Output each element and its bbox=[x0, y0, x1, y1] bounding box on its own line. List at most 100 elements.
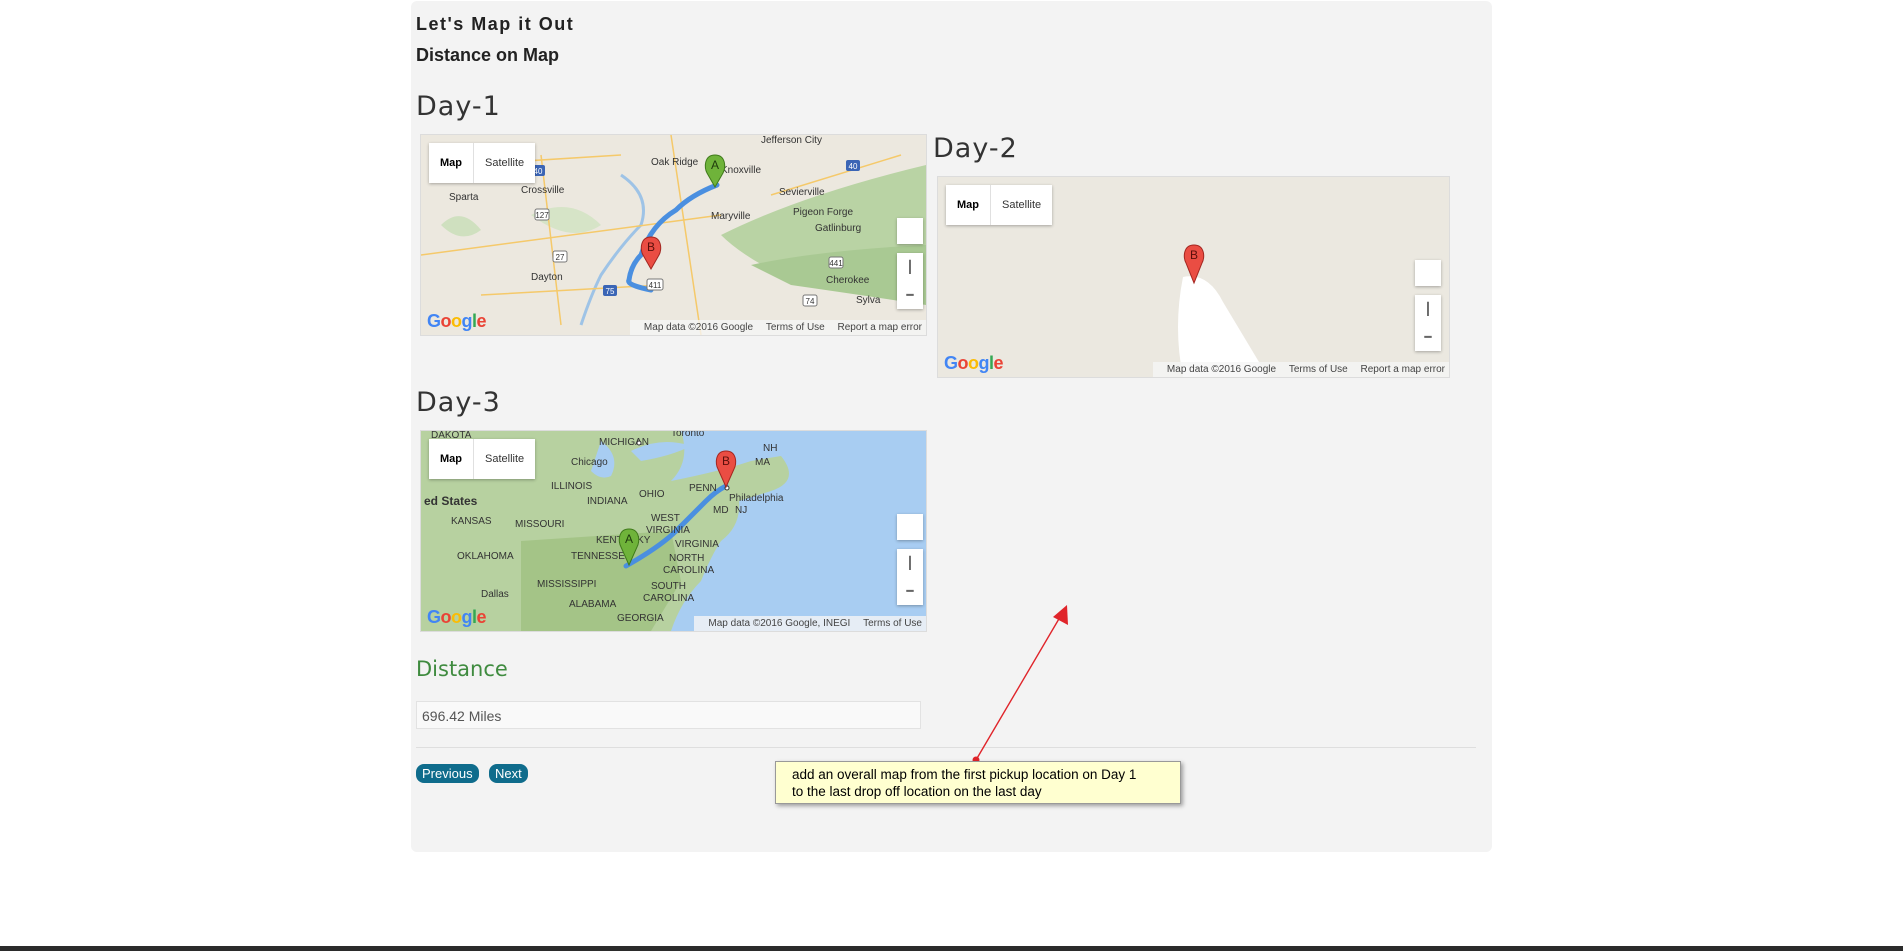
map-label: ILLINOIS bbox=[551, 481, 592, 492]
zoom-control: ┃ ━ bbox=[1415, 295, 1441, 351]
map-label: MISSISSIPPI bbox=[537, 579, 596, 590]
map-label: Philadelphia bbox=[729, 493, 784, 504]
map-type-satellite-button[interactable]: Satellite bbox=[474, 143, 535, 183]
map-label: NJ bbox=[735, 505, 747, 516]
map-label: PENN bbox=[689, 483, 717, 494]
next-button[interactable]: Next bbox=[489, 764, 528, 783]
footer-bar bbox=[0, 946, 1903, 951]
map-label: VIRGINIA bbox=[646, 525, 690, 536]
map-data-text: Map data ©2016 Google bbox=[1166, 364, 1277, 375]
terms-of-use-link[interactable]: Terms of Use bbox=[1289, 364, 1348, 375]
zoom-out-icon[interactable]: ━ bbox=[897, 281, 923, 309]
road-shield: 75 bbox=[606, 287, 615, 296]
map-label: Oak Ridge bbox=[651, 157, 699, 168]
road-shield: 411 bbox=[649, 281, 662, 290]
map-type-map-button[interactable]: Map bbox=[946, 185, 990, 225]
annotation-arrow bbox=[972, 605, 1068, 764]
map-attribution: Map data ©2016 Google, INEGI Terms of Us… bbox=[694, 616, 926, 631]
map-type-map-button[interactable]: Map bbox=[429, 439, 473, 479]
day-3-heading: Day-3 bbox=[416, 387, 501, 418]
distance-heading: Distance bbox=[416, 657, 508, 681]
zoom-in-icon[interactable]: ┃ bbox=[1415, 295, 1441, 323]
zoom-control: ┃ ━ bbox=[897, 253, 923, 309]
annotation-line-2: to the last drop off location on the las… bbox=[792, 784, 1042, 799]
svg-text:B: B bbox=[647, 240, 655, 254]
road-shield: 74 bbox=[806, 297, 815, 306]
map-data-text: Map data ©2016 Google bbox=[643, 322, 754, 333]
map-label: ALABAMA bbox=[569, 599, 617, 610]
day-2-map[interactable]: B Map Satellite ┃ ━ Google Map data ©201… bbox=[937, 176, 1450, 378]
map-label: Crossville bbox=[521, 185, 565, 196]
road-shield: 127 bbox=[535, 211, 549, 220]
map-label: OKLAHOMA bbox=[457, 551, 514, 562]
day-2-heading: Day-2 bbox=[933, 133, 1018, 164]
map-data-text: Map data ©2016 Google, INEGI bbox=[708, 618, 851, 629]
map-label: MICHIGAN bbox=[599, 437, 649, 448]
map-label: Cherokee bbox=[826, 275, 870, 286]
road-shield: 441 bbox=[829, 259, 843, 268]
divider bbox=[416, 747, 1476, 748]
zoom-in-icon[interactable]: ┃ bbox=[897, 549, 923, 577]
map-label: Sparta bbox=[449, 192, 479, 203]
svg-text:A: A bbox=[711, 158, 719, 172]
map-label: SOUTH bbox=[651, 581, 686, 592]
map-label: KANSAS bbox=[451, 516, 492, 527]
zoom-out-icon[interactable]: ━ bbox=[1415, 323, 1441, 351]
map-attribution: Map data ©2016 Google Terms of Use Repor… bbox=[1152, 362, 1449, 377]
google-logo: Google bbox=[427, 311, 487, 331]
map-label: GEORGIA bbox=[617, 613, 664, 624]
svg-text:A: A bbox=[625, 532, 633, 546]
zoom-out-icon[interactable]: ━ bbox=[897, 577, 923, 605]
map-attribution: Map data ©2016 Google Terms of Use Repor… bbox=[629, 320, 926, 335]
day-3-map[interactable]: DAKOTA MICHIGAN Toronto NH MA Chicago IL… bbox=[420, 430, 927, 632]
map-label: Sylva bbox=[856, 295, 881, 306]
map-type-satellite-button[interactable]: Satellite bbox=[991, 185, 1052, 225]
zoom-in-icon[interactable]: ┃ bbox=[897, 253, 923, 281]
road-shield: 27 bbox=[556, 253, 565, 262]
svg-text:B: B bbox=[1190, 248, 1198, 262]
map-type-control: Map Satellite bbox=[429, 439, 536, 479]
map-label: INDIANA bbox=[587, 496, 628, 507]
terms-of-use-link[interactable]: Terms of Use bbox=[766, 322, 825, 333]
map-label: VIRGINIA bbox=[675, 539, 719, 550]
map-label: Toronto bbox=[671, 431, 705, 439]
day-1-heading: Day-1 bbox=[416, 91, 501, 122]
map-label: WEST bbox=[651, 513, 680, 524]
annotation-note: add an overall map from the first pickup… bbox=[775, 761, 1181, 804]
street-view-button[interactable] bbox=[897, 514, 923, 540]
zoom-control: ┃ ━ bbox=[897, 549, 923, 605]
svg-text:B: B bbox=[722, 454, 730, 468]
map-label: Dayton bbox=[531, 272, 563, 283]
page-title: Let's Map it Out bbox=[416, 14, 575, 34]
map-label: Dallas bbox=[481, 589, 509, 600]
map-label: MISSOURI bbox=[515, 519, 564, 530]
map-label: Maryville bbox=[711, 211, 751, 222]
google-logo: Google bbox=[427, 607, 487, 627]
map-label: ed States bbox=[424, 494, 478, 508]
map-label: Chicago bbox=[571, 457, 608, 468]
report-error-link[interactable]: Report a map error bbox=[838, 322, 922, 333]
map-label: OHIO bbox=[639, 489, 665, 500]
previous-button[interactable]: Previous bbox=[416, 764, 479, 783]
map-label: Knoxville bbox=[721, 165, 761, 176]
terms-of-use-link[interactable]: Terms of Use bbox=[863, 618, 922, 629]
map-type-map-button[interactable]: Map bbox=[429, 143, 473, 183]
street-view-button[interactable] bbox=[897, 218, 923, 244]
day-1-map[interactable]: Oak Ridge Knoxville Jefferson City Sevie… bbox=[420, 134, 927, 336]
map-label: Pigeon Forge bbox=[793, 207, 853, 218]
google-logo: Google bbox=[944, 353, 1004, 373]
map-label: CAROLINA bbox=[643, 593, 694, 604]
map-type-control: Map Satellite bbox=[429, 143, 536, 183]
map-label: Jefferson City bbox=[761, 135, 822, 146]
map-label: NORTH bbox=[669, 553, 704, 564]
map-label: TENNESSEE bbox=[571, 551, 632, 562]
page-subtitle: Distance on Map bbox=[416, 45, 560, 65]
street-view-button[interactable] bbox=[1415, 260, 1441, 286]
report-error-link[interactable]: Report a map error bbox=[1361, 364, 1445, 375]
map-type-control: Map Satellite bbox=[946, 185, 1053, 225]
map-type-satellite-button[interactable]: Satellite bbox=[474, 439, 535, 479]
map-label: CAROLINA bbox=[663, 565, 714, 576]
map-label: MD bbox=[713, 505, 729, 516]
map-label: NH bbox=[763, 443, 777, 454]
map-label: MA bbox=[755, 457, 770, 468]
